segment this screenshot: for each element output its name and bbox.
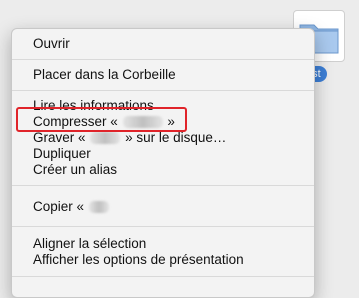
menu-separator <box>12 59 314 60</box>
menu-separator <box>12 185 314 186</box>
burn-label-suffix: » sur le disque… <box>125 130 227 145</box>
redacted-filename <box>90 132 121 145</box>
menu-item-duplicate[interactable]: Dupliquer <box>33 146 91 162</box>
menu-item-open[interactable]: Ouvrir <box>33 36 70 52</box>
menu-separator <box>12 226 314 227</box>
menu-item-show-view-options[interactable]: Afficher les options de présentation <box>33 252 244 268</box>
menu-item-make-alias[interactable]: Créer un alias <box>33 162 117 178</box>
menu-item-move-to-trash[interactable]: Placer dans la Corbeille <box>33 67 176 83</box>
burn-label: Graver « <box>33 130 86 145</box>
redacted-filename <box>88 201 109 214</box>
annotation-highlight-box <box>16 107 187 132</box>
menu-separator <box>12 276 314 277</box>
menu-item-align-selection[interactable]: Aligner la sélection <box>33 236 146 252</box>
copy-label: Copier « <box>33 199 85 214</box>
context-menu: Ouvrir Placer dans la Corbeille Lire les… <box>11 28 315 298</box>
menu-item-copy[interactable]: Copier « <box>33 199 110 215</box>
menu-item-burn-to-disc[interactable]: Graver « » sur le disque… <box>33 130 226 146</box>
menu-separator <box>12 90 314 91</box>
